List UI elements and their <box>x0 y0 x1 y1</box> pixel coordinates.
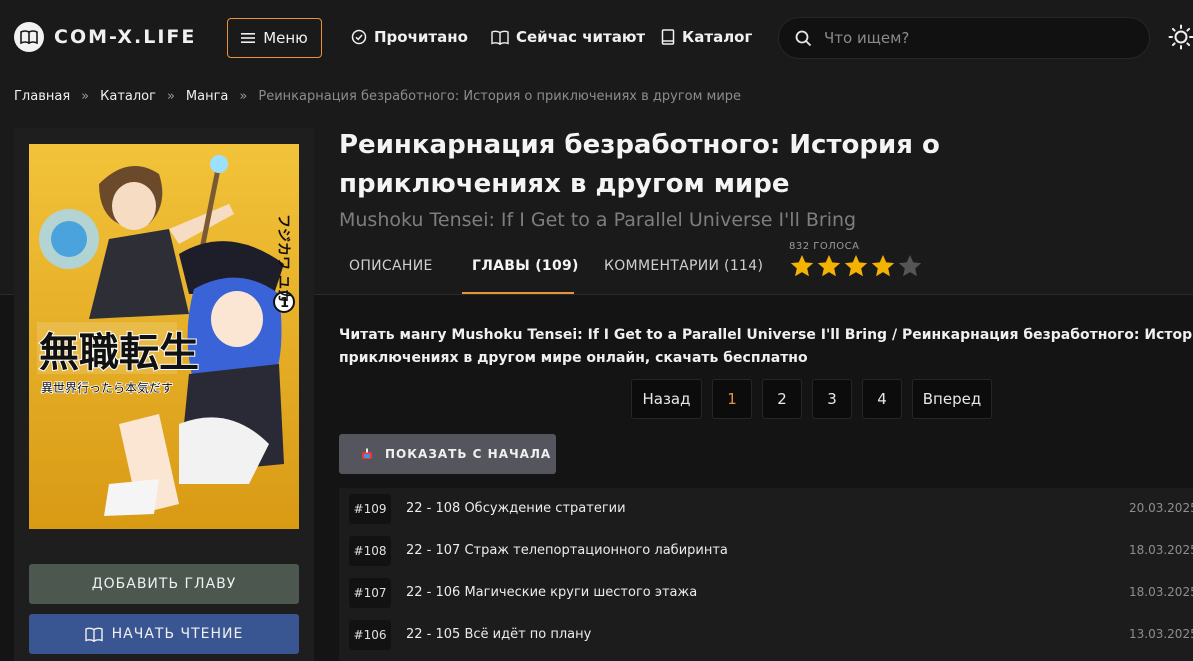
chapter-date: 18.03.2025 <box>1129 585 1193 599</box>
start-reading-button[interactable]: НАЧАТЬ ЧТЕНИЕ <box>29 614 299 654</box>
breadcrumb: Главная » Каталог » Манга » Реинкарнация… <box>14 89 741 104</box>
chapter-row[interactable]: #107 22 - 106 Магические круги шестого э… <box>339 572 1193 614</box>
logo-text: COM-X.LIFE <box>54 26 197 48</box>
manga-page: COM-X.LIFE Меню Прочитано Сейчас читают … <box>0 0 1193 661</box>
menu-label: Меню <box>263 29 308 47</box>
chapter-row[interactable]: #108 22 - 107 Страж телепортационного ла… <box>339 530 1193 572</box>
star-filled-icon[interactable] <box>789 253 815 279</box>
nav-catalog-label: Каталог <box>682 28 753 46</box>
menu-button[interactable]: Меню <box>227 18 322 58</box>
search-icon <box>795 30 812 46</box>
breadcrumb-current: Реинкарнация безработного: История о при… <box>258 89 742 104</box>
chapter-list: #109 22 - 108 Обсуждение стратегии 20.03… <box>339 488 1193 661</box>
show-from-start-label: ПОКАЗАТЬ С НАЧАЛА <box>385 447 552 461</box>
breadcrumb-separator: » <box>239 89 248 104</box>
chapter-title[interactable]: 22 - 106 Магические круги шестого этажа <box>406 585 697 600</box>
chapter-date: 13.03.2025 <box>1129 627 1193 641</box>
page-title: Реинкарнация безработного: История о при… <box>339 130 940 199</box>
nav-reading-now[interactable]: Сейчас читают <box>491 28 645 46</box>
chapter-row[interactable]: #106 22 - 105 Всё идёт по плану 13.03.20… <box>339 614 1193 656</box>
sidebar-panel: 無職転生 異世界行ったら本気だす 1 フジカワ ユカ ДОБАВИТЬ ГЛАВ… <box>14 128 314 661</box>
star-empty-icon[interactable] <box>897 253 923 279</box>
hamburger-icon <box>241 33 256 43</box>
search-input[interactable] <box>824 29 1124 47</box>
pagination-page-1[interactable]: 1 <box>712 379 752 419</box>
chapter-number: #107 <box>349 578 391 608</box>
open-book-icon <box>491 30 509 45</box>
pagination-page-2[interactable]: 2 <box>762 379 802 419</box>
chapter-number: #108 <box>349 536 391 566</box>
votes-count: 832 ГОЛОСА <box>789 241 860 252</box>
book-logo-icon <box>14 22 44 52</box>
start-reading-label: НАЧАТЬ ЧТЕНИЕ <box>111 626 244 642</box>
chapter-number: #106 <box>349 620 391 650</box>
chapter-title[interactable]: 22 - 108 Обсуждение стратегии <box>406 501 626 516</box>
breadcrumb-catalog[interactable]: Каталог <box>100 89 156 104</box>
star-filled-icon[interactable] <box>843 253 869 279</box>
sort-icon <box>362 448 372 459</box>
nav-read-label: Прочитано <box>374 28 468 46</box>
cover-image[interactable]: 無職転生 異世界行ったら本気だす 1 フジカワ ユカ <box>29 144 299 529</box>
alt-title: Mushoku Tensei: If I Get to a Parallel U… <box>339 209 857 231</box>
chapter-title[interactable]: 22 - 107 Страж телепортационного лабирин… <box>406 543 728 558</box>
pagination-next[interactable]: Вперед <box>912 379 992 419</box>
nav-read[interactable]: Прочитано <box>351 28 468 46</box>
site-header: COM-X.LIFE Меню Прочитано Сейчас читают … <box>0 0 1193 76</box>
nav-catalog[interactable]: Каталог <box>661 28 752 46</box>
read-online-line2: приключениях в другом мире онлайн, скача… <box>339 350 808 366</box>
book-icon <box>661 29 675 45</box>
check-circle-icon <box>351 29 367 45</box>
breadcrumb-separator: » <box>81 89 90 104</box>
open-book-icon <box>84 627 103 642</box>
breadcrumb-manga[interactable]: Манга <box>186 89 228 104</box>
search-bar[interactable] <box>778 17 1150 59</box>
tab-description[interactable]: ОПИСАНИЕ <box>349 258 433 274</box>
cover-logo-text: 無職転生 <box>39 330 199 376</box>
pagination-page-3[interactable]: 3 <box>812 379 852 419</box>
cover-illustration: 無職転生 異世界行ったら本気だす 1 フジカワ ユカ <box>29 144 299 529</box>
tab-comments[interactable]: КОММЕНТАРИИ (114) <box>604 258 763 274</box>
star-filled-icon[interactable] <box>816 253 842 279</box>
chapter-title[interactable]: 22 - 105 Всё идёт по плану <box>406 627 591 642</box>
breadcrumb-home[interactable]: Главная <box>14 89 70 104</box>
chapter-date: 20.03.2025 <box>1129 501 1193 515</box>
active-tab-indicator <box>462 292 574 294</box>
pagination-page-4[interactable]: 4 <box>862 379 902 419</box>
site-logo[interactable]: COM-X.LIFE <box>14 22 196 52</box>
star-filled-icon[interactable] <box>870 253 896 279</box>
chapter-date: 18.03.2025 <box>1129 543 1193 557</box>
chapter-row[interactable]: #109 22 - 108 Обсуждение стратегии 20.03… <box>339 488 1193 530</box>
breadcrumb-separator: » <box>166 89 175 104</box>
pagination-prev[interactable]: Назад <box>631 379 702 419</box>
cover-sub-text: 異世界行ったら本気だす <box>41 380 173 395</box>
rating-stars[interactable] <box>789 253 924 279</box>
nav-reading-now-label: Сейчас читают <box>516 28 646 46</box>
show-from-start-button[interactable]: ПОКАЗАТЬ С НАЧАЛА <box>339 434 556 474</box>
read-online-line1: Читать мангу Mushoku Tensei: If I Get to… <box>339 327 1193 343</box>
tab-chapters[interactable]: ГЛАВЫ (109) <box>472 258 579 274</box>
add-chapter-button[interactable]: ДОБАВИТЬ ГЛАВУ <box>29 564 299 604</box>
read-online-text: Читать мангу Mushoku Tensei: If I Get to… <box>339 324 1193 370</box>
cover-author: フジカワ ユカ <box>275 214 291 303</box>
chapter-number: #109 <box>349 494 391 524</box>
theme-toggle-sun-icon[interactable] <box>1168 24 1193 50</box>
